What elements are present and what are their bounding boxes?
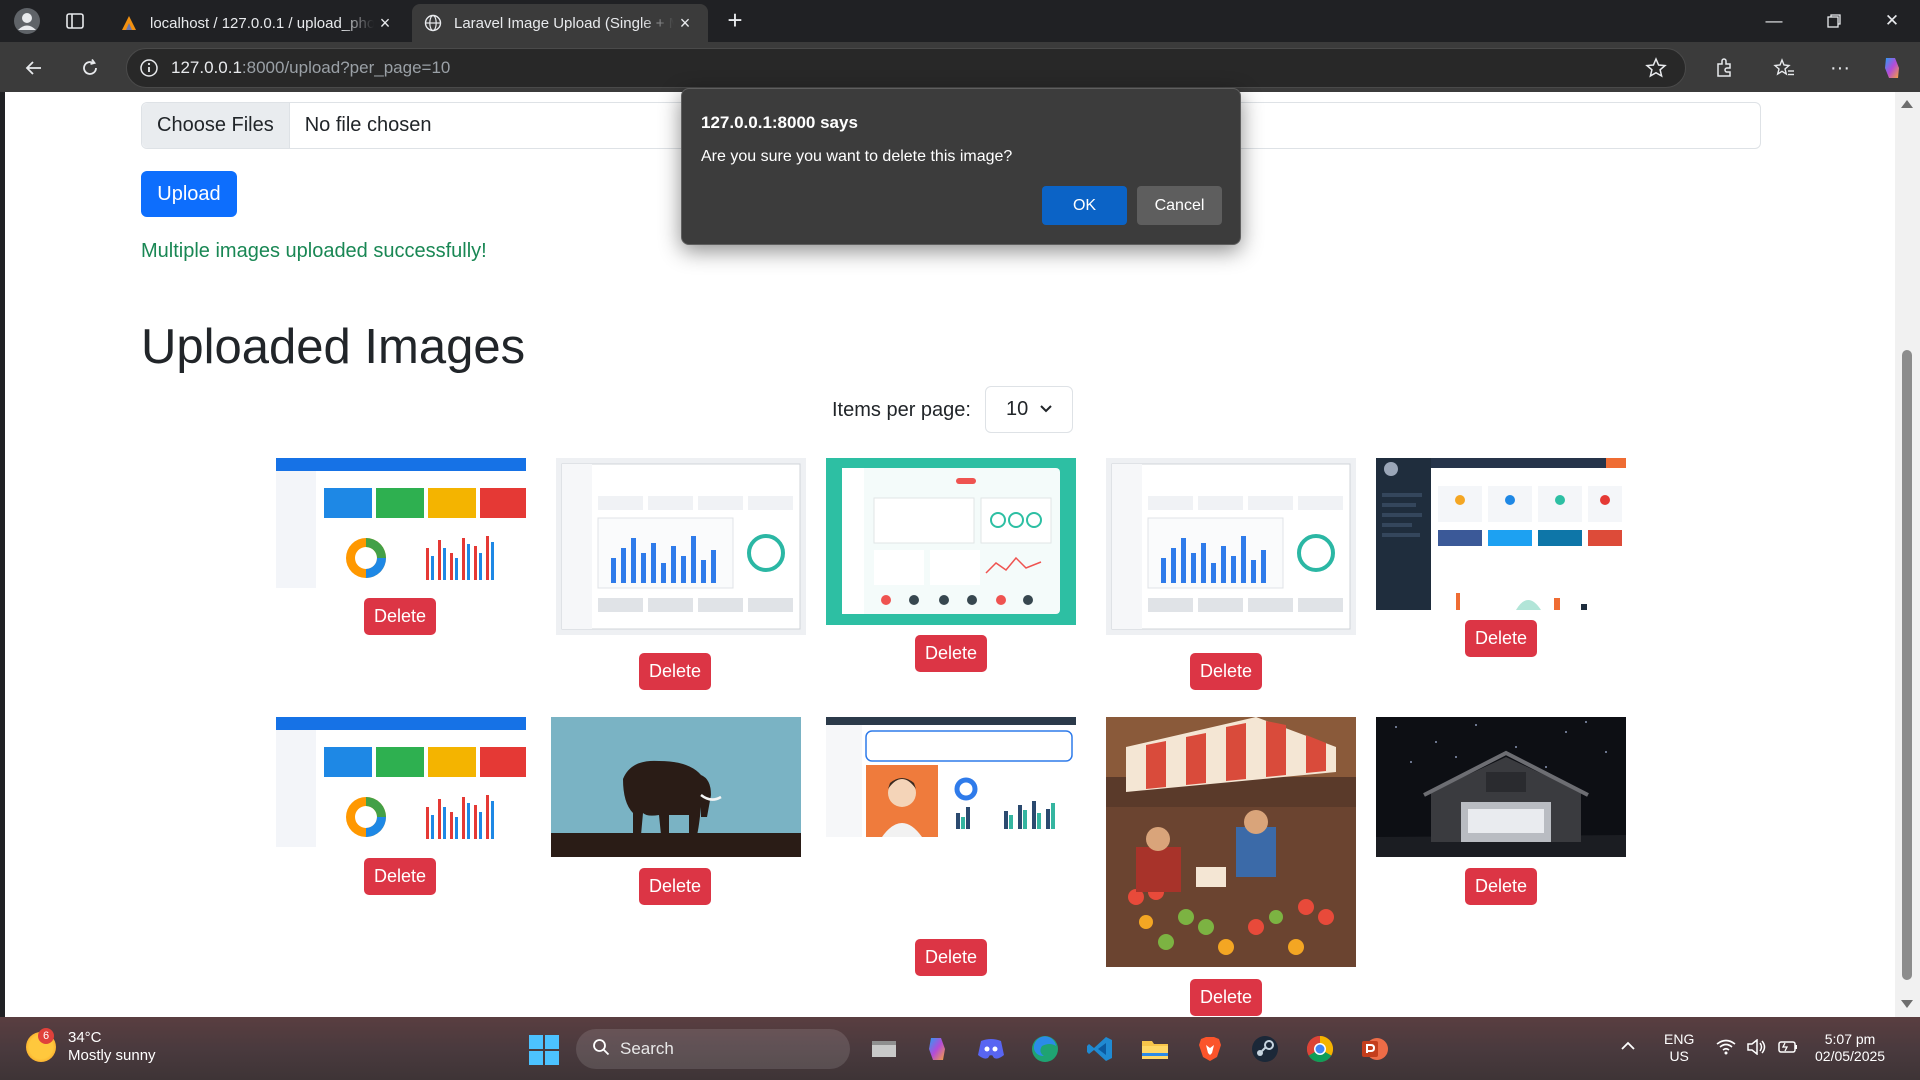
uploaded-image-4 (1106, 458, 1356, 635)
confirm-dialog: 127.0.0.1:8000 says Are you sure you wan… (681, 88, 1241, 245)
taskbar-search[interactable]: Search (576, 1029, 850, 1069)
file-status-text: No file chosen (304, 114, 432, 136)
notification-badge: 6 (38, 1028, 54, 1044)
workspaces-icon[interactable] (60, 7, 90, 35)
close-tab-icon[interactable]: × (674, 13, 696, 34)
close-icon[interactable]: ✕ (1862, 0, 1920, 42)
delete-button[interactable]: Delete (1190, 979, 1262, 1016)
uploaded-image-7 (551, 717, 801, 857)
language-indicator[interactable]: ENG US (1664, 1031, 1694, 1065)
star-icon[interactable] (1645, 57, 1667, 84)
uploaded-image-5 (1376, 458, 1626, 610)
scroll-up-icon[interactable] (1901, 100, 1913, 108)
chevron-down-icon (1038, 399, 1054, 422)
minimize-icon[interactable]: — (1744, 0, 1804, 42)
phpmyadmin-icon (120, 14, 138, 32)
chevron-up-icon[interactable] (1620, 1039, 1636, 1056)
clock-time: 5:07 pm (1824, 1031, 1876, 1047)
temperature: 34°C (68, 1029, 102, 1046)
tab-title: localhost / 127.0.0.1 / upload_photos (150, 14, 374, 32)
powerpoint-icon[interactable] (1358, 1032, 1392, 1066)
battery-icon[interactable] (1776, 1039, 1798, 1059)
search-label: Search (620, 1039, 674, 1058)
language-code: ENG (1664, 1031, 1695, 1047)
info-icon[interactable] (127, 58, 171, 78)
more-icon[interactable]: ··· (1824, 52, 1856, 84)
address-bar[interactable]: 127.0.0.1:8000/upload?per_page=10 (126, 48, 1686, 88)
keyboard-region: US (1669, 1048, 1689, 1064)
weather-widget[interactable]: 6 34°C Mostly sunny (26, 1028, 156, 1065)
system-clock[interactable]: 5:07 pm 02/05/2025 (1815, 1031, 1885, 1065)
dialog-title: 127.0.0.1:8000 says (701, 113, 858, 132)
items-per-page-label: Items per page: (832, 399, 971, 421)
delete-button[interactable]: Delete (364, 858, 436, 895)
uploaded-image-9 (1106, 717, 1356, 967)
page-scrollbar[interactable] (1895, 92, 1920, 1017)
folder-icon[interactable] (1138, 1032, 1172, 1066)
success-message: Multiple images uploaded successfully! (141, 240, 487, 262)
ok-button[interactable]: OK (1042, 186, 1127, 225)
maximize-icon[interactable] (1804, 0, 1864, 42)
close-tab-icon[interactable]: × (374, 13, 396, 34)
delete-button[interactable]: Delete (1190, 653, 1262, 690)
windows-start-icon[interactable] (529, 1035, 559, 1065)
tab-strip: localhost / 127.0.0.1 / upload_photos × … (0, 0, 1920, 42)
url-path: :8000/upload?per_page=10 (241, 58, 451, 77)
clock-date: 02/05/2025 (1815, 1048, 1886, 1064)
uploaded-image-8 (826, 717, 1076, 837)
delete-button[interactable]: Delete (1465, 868, 1537, 905)
delete-button[interactable]: Delete (915, 939, 987, 976)
globe-icon (424, 14, 442, 32)
search-icon (592, 1038, 610, 1061)
extensions-icon[interactable] (1708, 52, 1740, 84)
delete-button[interactable]: Delete (915, 635, 987, 672)
weather-condition: Mostly sunny (68, 1047, 156, 1064)
favorites-icon[interactable] (1768, 52, 1800, 84)
steam-icon[interactable] (1248, 1032, 1282, 1066)
wifi-icon[interactable] (1716, 1039, 1736, 1059)
uploaded-image-2 (556, 458, 806, 635)
edge-icon[interactable] (1028, 1032, 1062, 1066)
uploaded-image-10 (1376, 717, 1626, 857)
volume-icon[interactable] (1746, 1038, 1766, 1059)
back-icon[interactable] (18, 52, 50, 84)
choose-files-button[interactable]: Choose Files (142, 103, 290, 148)
tab-laravel[interactable]: Laravel Image Upload (Single + Multiple)… (412, 4, 708, 42)
copilot-icon[interactable] (920, 1032, 954, 1066)
items-per-page-value: 10 (1006, 398, 1029, 420)
upload-button[interactable]: Upload (141, 171, 237, 217)
url-host: 127.0.0.1 (171, 58, 242, 77)
tab-title: Laravel Image Upload (Single + Multiple) (454, 14, 674, 32)
tab-phpmyadmin[interactable]: localhost / 127.0.0.1 / upload_photos × (108, 4, 408, 42)
page-title: Uploaded Images (141, 320, 526, 374)
copilot-icon[interactable] (1876, 52, 1908, 84)
profile-icon[interactable] (12, 7, 42, 35)
delete-button[interactable]: Delete (364, 598, 436, 635)
uploaded-image-1 (276, 458, 526, 588)
vscode-icon[interactable] (1083, 1032, 1117, 1066)
cancel-button[interactable]: Cancel (1137, 186, 1222, 225)
dialog-message: Are you sure you want to delete this ima… (701, 148, 1013, 165)
scroll-down-icon[interactable] (1901, 1000, 1913, 1008)
refresh-icon[interactable] (74, 52, 106, 84)
discord-icon[interactable] (974, 1032, 1008, 1066)
delete-button[interactable]: Delete (639, 868, 711, 905)
items-per-page-select[interactable]: 10 (985, 386, 1073, 433)
scrollbar-thumb[interactable] (1902, 350, 1912, 980)
delete-button[interactable]: Delete (1465, 620, 1537, 657)
taskbar: 6 34°C Mostly sunny Search ENG US 5:07 p… (0, 1017, 1920, 1080)
delete-button[interactable]: Delete (639, 653, 711, 690)
brave-icon[interactable] (1193, 1032, 1227, 1066)
chrome-icon[interactable] (1303, 1032, 1337, 1066)
uploaded-image-3 (826, 458, 1076, 625)
new-tab-icon[interactable]: + (720, 6, 750, 36)
sun-icon: 6 (26, 1028, 56, 1062)
file-explorer-icon[interactable] (867, 1032, 901, 1066)
uploaded-image-6 (276, 717, 526, 847)
url-text[interactable]: 127.0.0.1:8000/upload?per_page=10 (171, 58, 450, 78)
